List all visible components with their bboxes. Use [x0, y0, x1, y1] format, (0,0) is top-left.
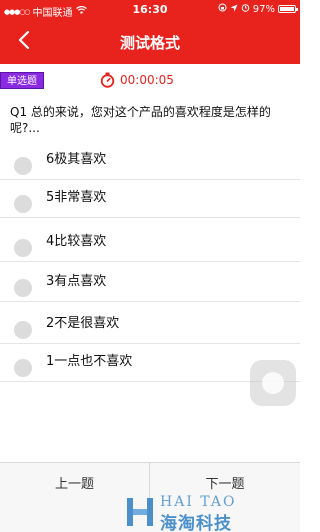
battery-percent: 97%	[252, 3, 275, 15]
option-row[interactable]: 5非常喜欢	[0, 180, 300, 218]
haitao-watermark: HAI TAO 海淘科技	[126, 494, 294, 532]
battery-icon	[278, 5, 298, 13]
haitao-logo-icon	[126, 496, 154, 528]
radio-button[interactable]	[14, 195, 32, 213]
option-row[interactable]: 4比较喜欢	[0, 224, 300, 262]
timer: 00:00:05	[100, 72, 174, 88]
radio-button[interactable]	[14, 279, 32, 297]
location-icon	[230, 4, 238, 15]
radio-button[interactable]	[14, 321, 32, 339]
option-label: 5非常喜欢	[46, 190, 107, 205]
radio-button[interactable]	[14, 359, 32, 377]
navigation-bar: 测试格式	[0, 20, 300, 64]
alarm-icon	[241, 3, 250, 15]
radio-button[interactable]	[14, 157, 32, 175]
lock-rotation-icon	[218, 3, 227, 15]
assistive-touch-icon	[262, 372, 284, 394]
question-text: Q1 总的来说，您对这个产品的喜欢程度是怎样的呢?...	[10, 105, 271, 135]
option-label: 1一点也不喜欢	[46, 354, 133, 369]
option-row[interactable]: 6极其喜欢	[0, 142, 300, 180]
option-row[interactable]: 2不是很喜欢	[0, 306, 300, 344]
option-label: 2不是很喜欢	[46, 316, 120, 331]
status-right: 97%	[218, 3, 298, 15]
option-row[interactable]: 3有点喜欢	[0, 264, 300, 302]
battery-fill	[280, 7, 294, 11]
timer-value: 00:00:05	[120, 73, 174, 87]
status-bar: ●●●○○ 中国联通 16:30 97%	[0, 0, 300, 20]
assistive-touch-button[interactable]	[250, 360, 296, 406]
page-title: 测试格式	[119, 34, 180, 52]
radio-button[interactable]	[14, 239, 32, 257]
option-label: 6极其喜欢	[46, 152, 107, 167]
stopwatch-icon	[100, 72, 115, 88]
question-meta-row: 单选题 00:00:05	[0, 64, 300, 96]
option-label: 3有点喜欢	[46, 274, 107, 289]
question-type-badge: 单选题	[0, 72, 44, 89]
option-label: 4比较喜欢	[46, 234, 107, 249]
watermark-english: HAI TAO	[160, 494, 237, 510]
watermark-chinese: 海淘科技	[160, 514, 232, 532]
